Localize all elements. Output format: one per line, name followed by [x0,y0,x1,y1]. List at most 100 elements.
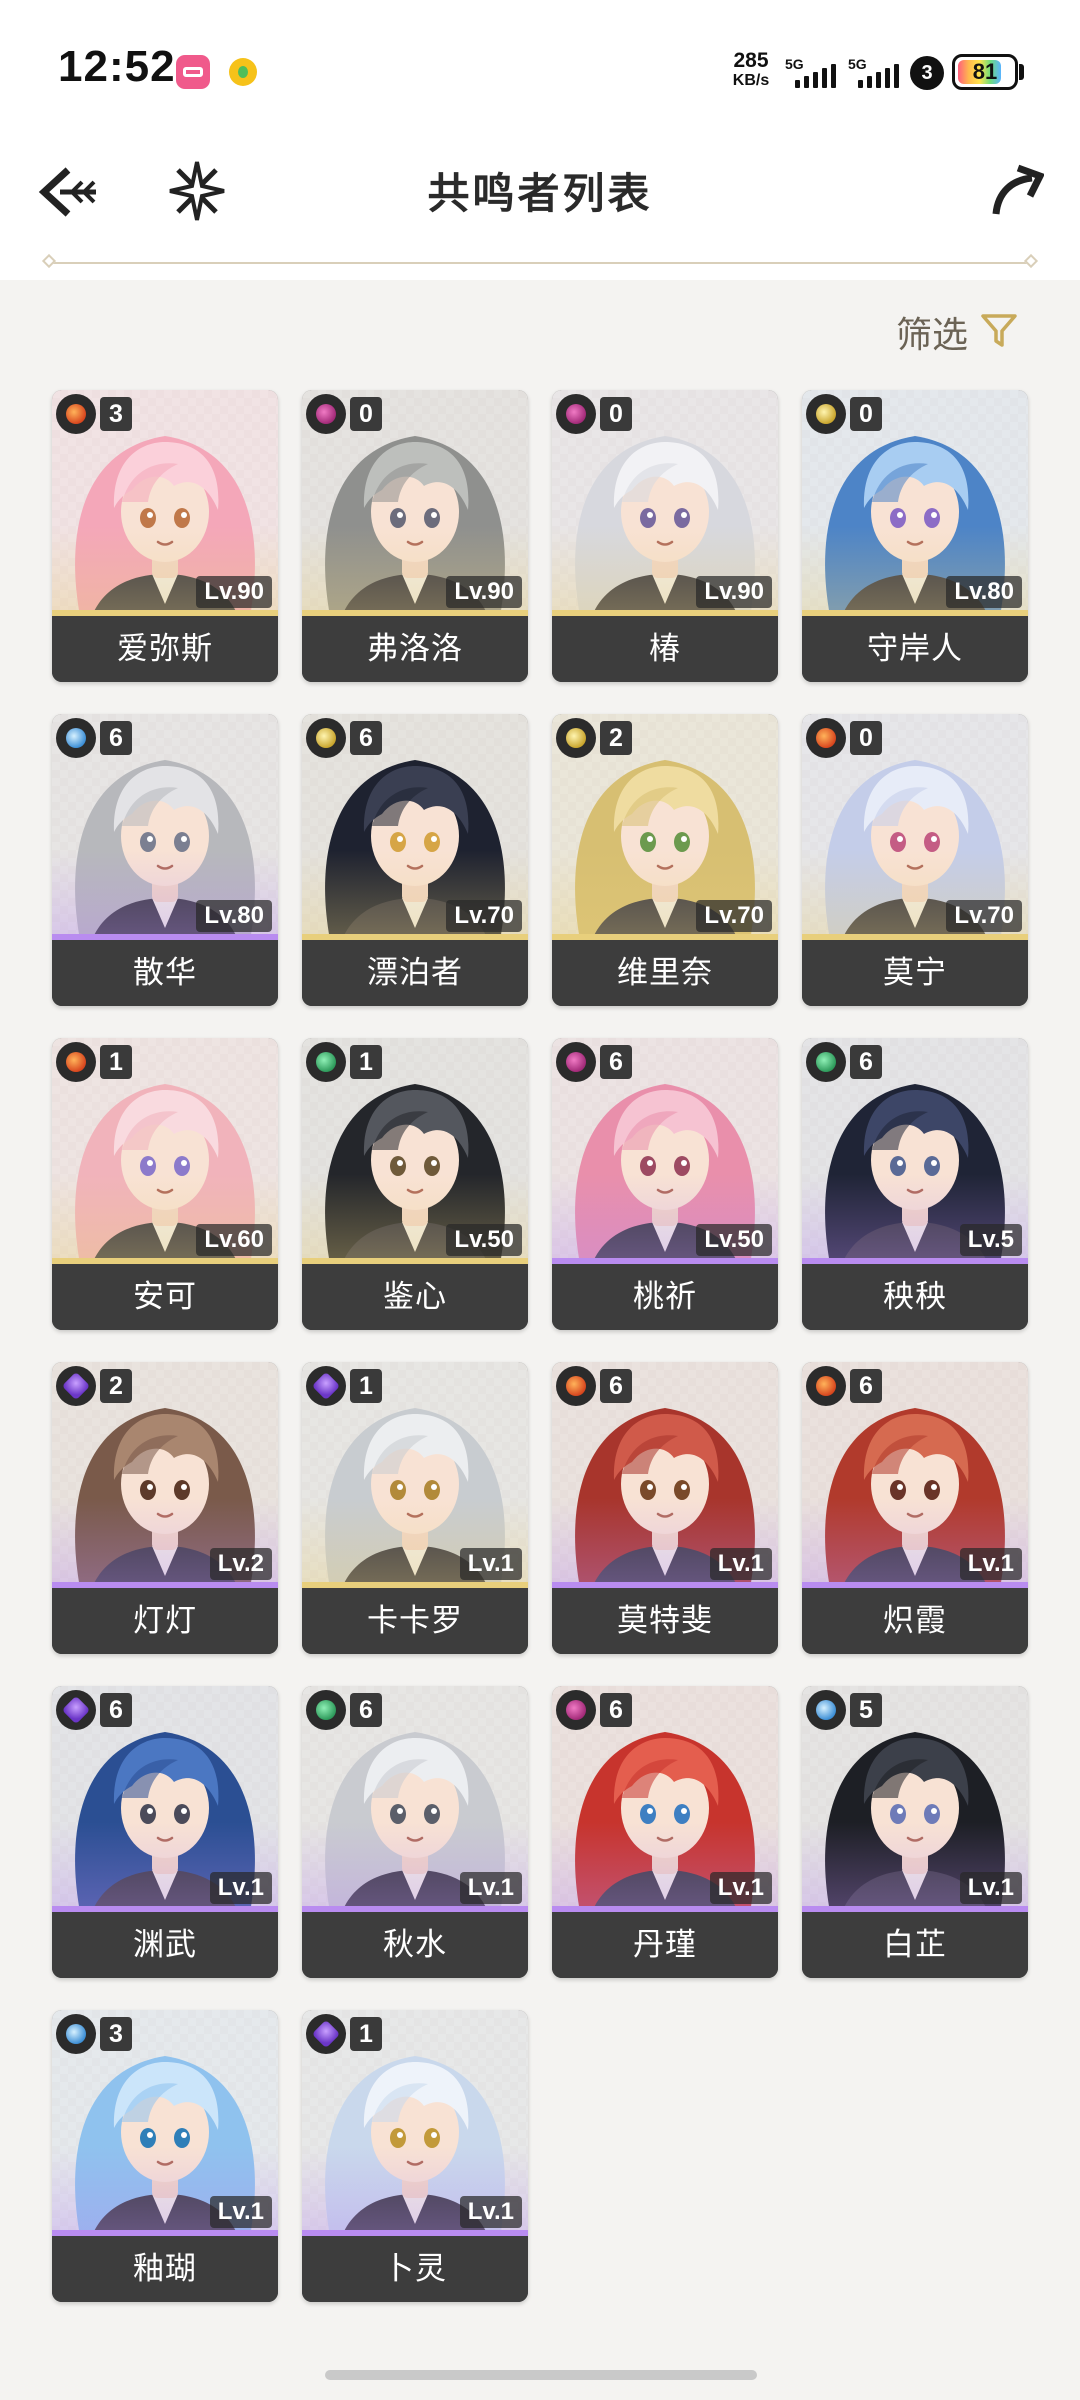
character-name: 维里奈 [552,940,778,1006]
character-card[interactable]: 6 Lv.1 渊武 [52,1686,278,1978]
character-level: Lv.90 [696,576,772,608]
network-speed: 285 KB/s [720,50,782,89]
character-level: Lv.2 [209,1548,272,1580]
signal-5g-icon: 5G [848,56,908,90]
character-card[interactable]: 6 Lv.1 莫特斐 [552,1362,778,1654]
glacio-element-icon [56,718,96,758]
character-badge: 6 [806,1042,882,1082]
character-name: 炽霞 [802,1588,1028,1654]
home-indicator[interactable] [325,2370,757,2380]
character-name: 散华 [52,940,278,1006]
character-card[interactable]: 1 Lv.60 安可 [52,1038,278,1330]
electro-element-icon [306,1366,346,1406]
sequence-count: 1 [350,2017,382,2051]
signal-5g-icon: 5G [785,56,845,90]
status-bar: 12:52 285 KB/s 5G 5G 3 81 [0,0,1080,140]
sequence-count: 6 [600,1693,632,1727]
sequence-count: 3 [100,397,132,431]
character-card[interactable]: 0 Lv.90 椿 [552,390,778,682]
character-card[interactable]: 6 Lv.50 桃祈 [552,1038,778,1330]
character-card[interactable]: 6 Lv.1 炽霞 [802,1362,1028,1654]
character-badge: 6 [56,1690,132,1730]
character-name: 守岸人 [802,616,1028,682]
filter-label: 筛选 [896,314,969,355]
character-name: 秧秧 [802,1264,1028,1330]
character-card[interactable]: 2 Lv.70 维里奈 [552,714,778,1006]
character-name: 漂泊者 [302,940,528,1006]
character-card[interactable]: 1 Lv.50 鉴心 [302,1038,528,1330]
character-name: 莫宁 [802,940,1028,1006]
sequence-count: 6 [600,1045,632,1079]
page-title: 共鸣者列表 [427,170,653,217]
character-level: Lv.1 [709,1548,772,1580]
character-level: Lv.1 [959,1548,1022,1580]
filter-icon [980,311,1018,354]
battery-icon: 81 [952,54,1018,90]
character-name: 白芷 [802,1912,1028,1978]
character-name: 鉴心 [302,1264,528,1330]
sequence-count: 3 [100,2017,132,2051]
character-level: Lv.1 [959,1872,1022,1904]
character-badge: 6 [556,1366,632,1406]
battery-tip [1019,64,1024,80]
character-card[interactable]: 1 Lv.1 卜灵 [302,2010,528,2302]
character-card[interactable]: 6 Lv.1 秋水 [302,1686,528,1978]
character-name: 卡卡罗 [302,1588,528,1654]
character-badge: 6 [806,1366,882,1406]
character-card[interactable]: 0 Lv.90 弗洛洛 [302,390,528,682]
character-badge: 0 [556,394,632,434]
character-level: Lv.60 [196,1224,272,1256]
character-name: 安可 [52,1264,278,1330]
character-name: 莫特斐 [552,1588,778,1654]
character-card[interactable]: 6 Lv.70 漂泊者 [302,714,528,1006]
character-level: Lv.80 [946,576,1022,608]
character-level: Lv.70 [446,900,522,932]
character-level: Lv.1 [709,1872,772,1904]
music-app-icon [226,55,260,89]
character-level: Lv.90 [446,576,522,608]
sequence-count: 6 [850,1045,882,1079]
character-card[interactable]: 5 Lv.1 白芷 [802,1686,1028,1978]
glacio-element-icon [56,2014,96,2054]
character-card[interactable]: 2 Lv.2 灯灯 [52,1362,278,1654]
sequence-count: 5 [850,1693,882,1727]
sequence-count: 6 [350,721,382,755]
share-icon[interactable] [990,164,1045,218]
character-card[interactable]: 0 Lv.70 莫宁 [802,714,1028,1006]
havoc-element-icon [556,1042,596,1082]
character-level: Lv.1 [459,1872,522,1904]
character-badge: 3 [56,2014,132,2054]
character-level: Lv.1 [209,1872,272,1904]
character-badge: 0 [806,394,882,434]
sequence-count: 2 [600,721,632,755]
character-badge: 0 [806,718,882,758]
network-speed-value: 285 [733,49,769,72]
network-speed-unit: KB/s [732,72,770,89]
sequence-count: 6 [850,1369,882,1403]
character-card[interactable]: 0 Lv.80 守岸人 [802,390,1028,682]
sequence-count: 1 [100,1045,132,1079]
sequence-count: 2 [100,1369,132,1403]
character-level: Lv.70 [946,900,1022,932]
character-level: Lv.5 [959,1224,1022,1256]
character-badge: 1 [306,1366,382,1406]
character-name: 釉瑚 [52,2236,278,2302]
character-name: 桃祈 [552,1264,778,1330]
character-name: 弗洛洛 [302,616,528,682]
fusion-element-icon [806,718,846,758]
filter-button[interactable]: 筛选 [896,304,1018,360]
character-name: 渊武 [52,1912,278,1978]
character-card[interactable]: 1 Lv.1 卡卡罗 [302,1362,528,1654]
character-card[interactable]: 6 Lv.80 散华 [52,714,278,1006]
character-level: Lv.50 [446,1224,522,1256]
character-card[interactable]: 3 Lv.1 釉瑚 [52,2010,278,2302]
aero-element-icon [306,1690,346,1730]
character-badge: 2 [556,718,632,758]
character-card[interactable]: 6 Lv.1 丹瑾 [552,1686,778,1978]
character-level: Lv.1 [209,2196,272,2228]
character-card[interactable]: 3 Lv.90 爱弥斯 [52,390,278,682]
character-card[interactable]: 6 Lv.5 秧秧 [802,1038,1028,1330]
character-name: 卜灵 [302,2236,528,2302]
sequence-count: 1 [350,1045,382,1079]
resonator-grid: 3 Lv.90 爱弥斯 0 Lv.90 弗洛洛 0 Lv.90 椿 0 Lv.80 守岸人 6 Lv.80… [52,390,1032,2302]
